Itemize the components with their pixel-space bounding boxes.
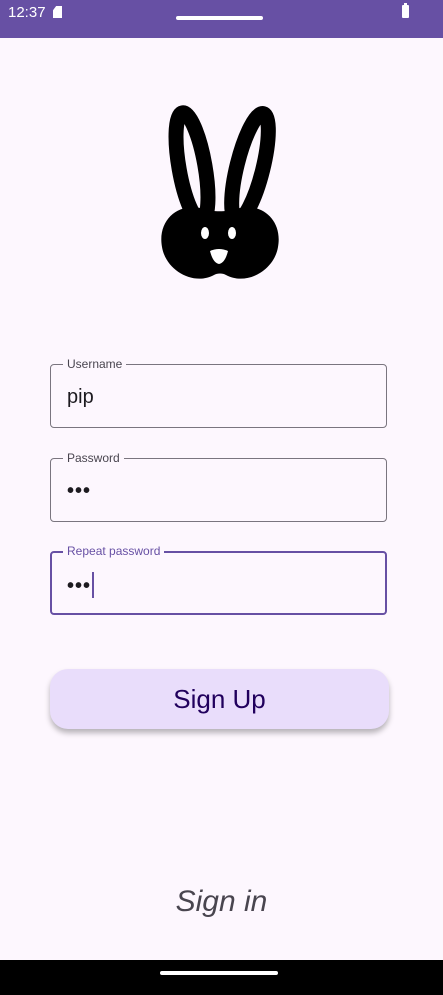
sd-card-icon (53, 6, 62, 18)
sign-up-button[interactable]: Sign Up (50, 669, 389, 729)
signup-screen: 12:37 Username pip Password ••• Repeat p… (0, 0, 443, 995)
password-field[interactable]: Password ••• (50, 450, 387, 522)
password-value: ••• (67, 480, 92, 502)
password-label: Password (63, 450, 124, 466)
username-label: Username (63, 356, 127, 372)
repeat-password-label: Repeat password (63, 543, 165, 559)
text-cursor (92, 572, 95, 598)
status-time: 12:37 (8, 4, 46, 21)
repeat-password-value-wrap: ••• (67, 572, 95, 598)
rabbit-icon (161, 105, 279, 279)
username-field[interactable]: Username pip (50, 356, 387, 428)
username-value: pip (67, 386, 94, 408)
status-pill (176, 16, 263, 20)
sign-in-link[interactable]: Sign in (0, 885, 443, 919)
home-gesture-handle[interactable] (160, 971, 278, 975)
repeat-password-field[interactable]: Repeat password ••• (50, 543, 387, 615)
navigation-bar (0, 960, 443, 995)
battery-icon (402, 3, 409, 18)
repeat-password-value: ••• (67, 575, 92, 597)
status-bar: 12:37 (0, 0, 443, 38)
